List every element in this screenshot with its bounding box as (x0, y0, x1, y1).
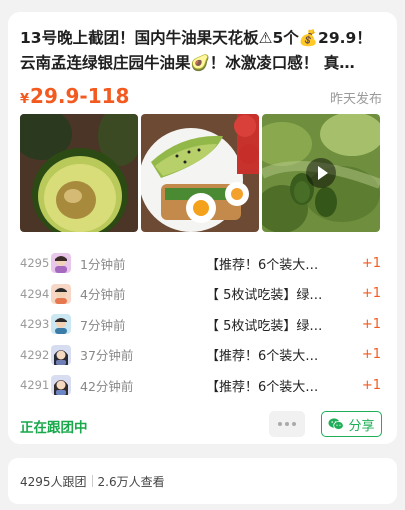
group-buy-card[interactable]: 13号晚上截团！国内牛油果天花板⚠5个💰29.9！ 云南孟连绿银庄园牛油果🥑！冰… (8, 12, 397, 444)
share-button[interactable]: 分享 (321, 411, 382, 437)
order-row[interactable]: 4293 7分钟前 【 5枚试吃装】绿… +1 (20, 309, 385, 340)
order-quantity: +1 (361, 347, 381, 363)
more-dot-icon (285, 422, 289, 426)
stats-footer: 4295人跟团 2.6万人查看 (8, 458, 397, 504)
avocado-half-icon (20, 114, 138, 232)
avatar (51, 314, 71, 335)
order-product: 【推荐！6个装大… (206, 257, 319, 273)
order-row[interactable]: 4294 4分钟前 【 5枚试吃装】绿… +1 (20, 279, 385, 310)
avocado-tree-video[interactable] (262, 114, 380, 232)
order-number: 4291 (20, 378, 50, 393)
view-count: 2.6万人查看 (97, 474, 165, 489)
joined-count: 4295人跟团 (20, 474, 87, 489)
divider (91, 475, 93, 487)
avocado-toast-icon (141, 114, 259, 232)
avatar-icon (51, 253, 71, 274)
avocado-toast-photo[interactable] (141, 114, 259, 232)
photo-gallery (20, 114, 381, 232)
order-quantity: +1 (361, 286, 381, 302)
order-number: 4293 (20, 317, 50, 332)
order-quantity: +1 (361, 255, 381, 271)
avatar-icon (51, 344, 71, 365)
share-label: 分享 (348, 418, 375, 434)
posted-time: 昨天发布 (329, 92, 382, 107)
post-title[interactable]: 13号晚上截团！国内牛油果天花板⚠5个💰29.9！ 云南孟连绿银庄园牛油果🥑！冰… (20, 26, 385, 76)
order-time: 37分钟前 (80, 348, 134, 364)
post-title-line-1: 13号晚上截团！国内牛油果天花板⚠5个💰29.9！ (20, 29, 372, 47)
more-dot-icon (278, 422, 282, 426)
avatar (51, 375, 71, 396)
recent-orders-list: 4295 1分钟前 【推荐！6个装大… +1 4294 4分钟前 【 5枚试吃装… (20, 248, 385, 401)
currency-symbol: ¥ (20, 92, 30, 107)
wechat-icon (328, 418, 345, 430)
order-product: 【 5枚试吃装】绿… (206, 288, 323, 304)
order-number: 4295 (20, 256, 50, 271)
order-number: 4294 (20, 286, 50, 301)
price-value: 29.9-118 (30, 84, 130, 108)
order-row[interactable]: 4291 42分钟前 【推荐！6个装大… +1 (20, 370, 385, 401)
play-icon[interactable] (306, 158, 336, 188)
avatar (51, 283, 71, 304)
order-number: 4292 (20, 347, 50, 362)
order-time: 42分钟前 (80, 378, 134, 394)
order-product: 【 5枚试吃装】绿… (206, 318, 323, 334)
order-time: 7分钟前 (80, 317, 126, 333)
order-row[interactable]: 4292 37分钟前 【推荐！6个装大… +1 (20, 340, 385, 371)
post-title-line-2: 云南孟连绿银庄园牛油果🥑！冰激凌口感！ 真… (20, 54, 355, 72)
order-quantity: +1 (361, 377, 381, 393)
order-time: 1分钟前 (80, 256, 126, 272)
more-dot-icon (292, 422, 296, 426)
avatar (51, 253, 71, 274)
avatar-icon (51, 314, 71, 335)
avatar (51, 344, 71, 365)
order-product: 【推荐！6个装大… (206, 349, 319, 365)
price-range: ¥29.9-118 (20, 84, 129, 112)
order-quantity: +1 (361, 316, 381, 332)
avatar-icon (51, 283, 71, 304)
avocado-half-photo[interactable] (20, 114, 138, 232)
order-time: 4分钟前 (80, 287, 126, 303)
following-status[interactable]: 正在跟团中 (20, 416, 88, 436)
order-row[interactable]: 4295 1分钟前 【推荐！6个装大… +1 (20, 248, 385, 279)
order-product: 【推荐！6个装大… (206, 379, 319, 395)
more-button[interactable] (269, 411, 305, 437)
avatar-icon (51, 375, 71, 396)
